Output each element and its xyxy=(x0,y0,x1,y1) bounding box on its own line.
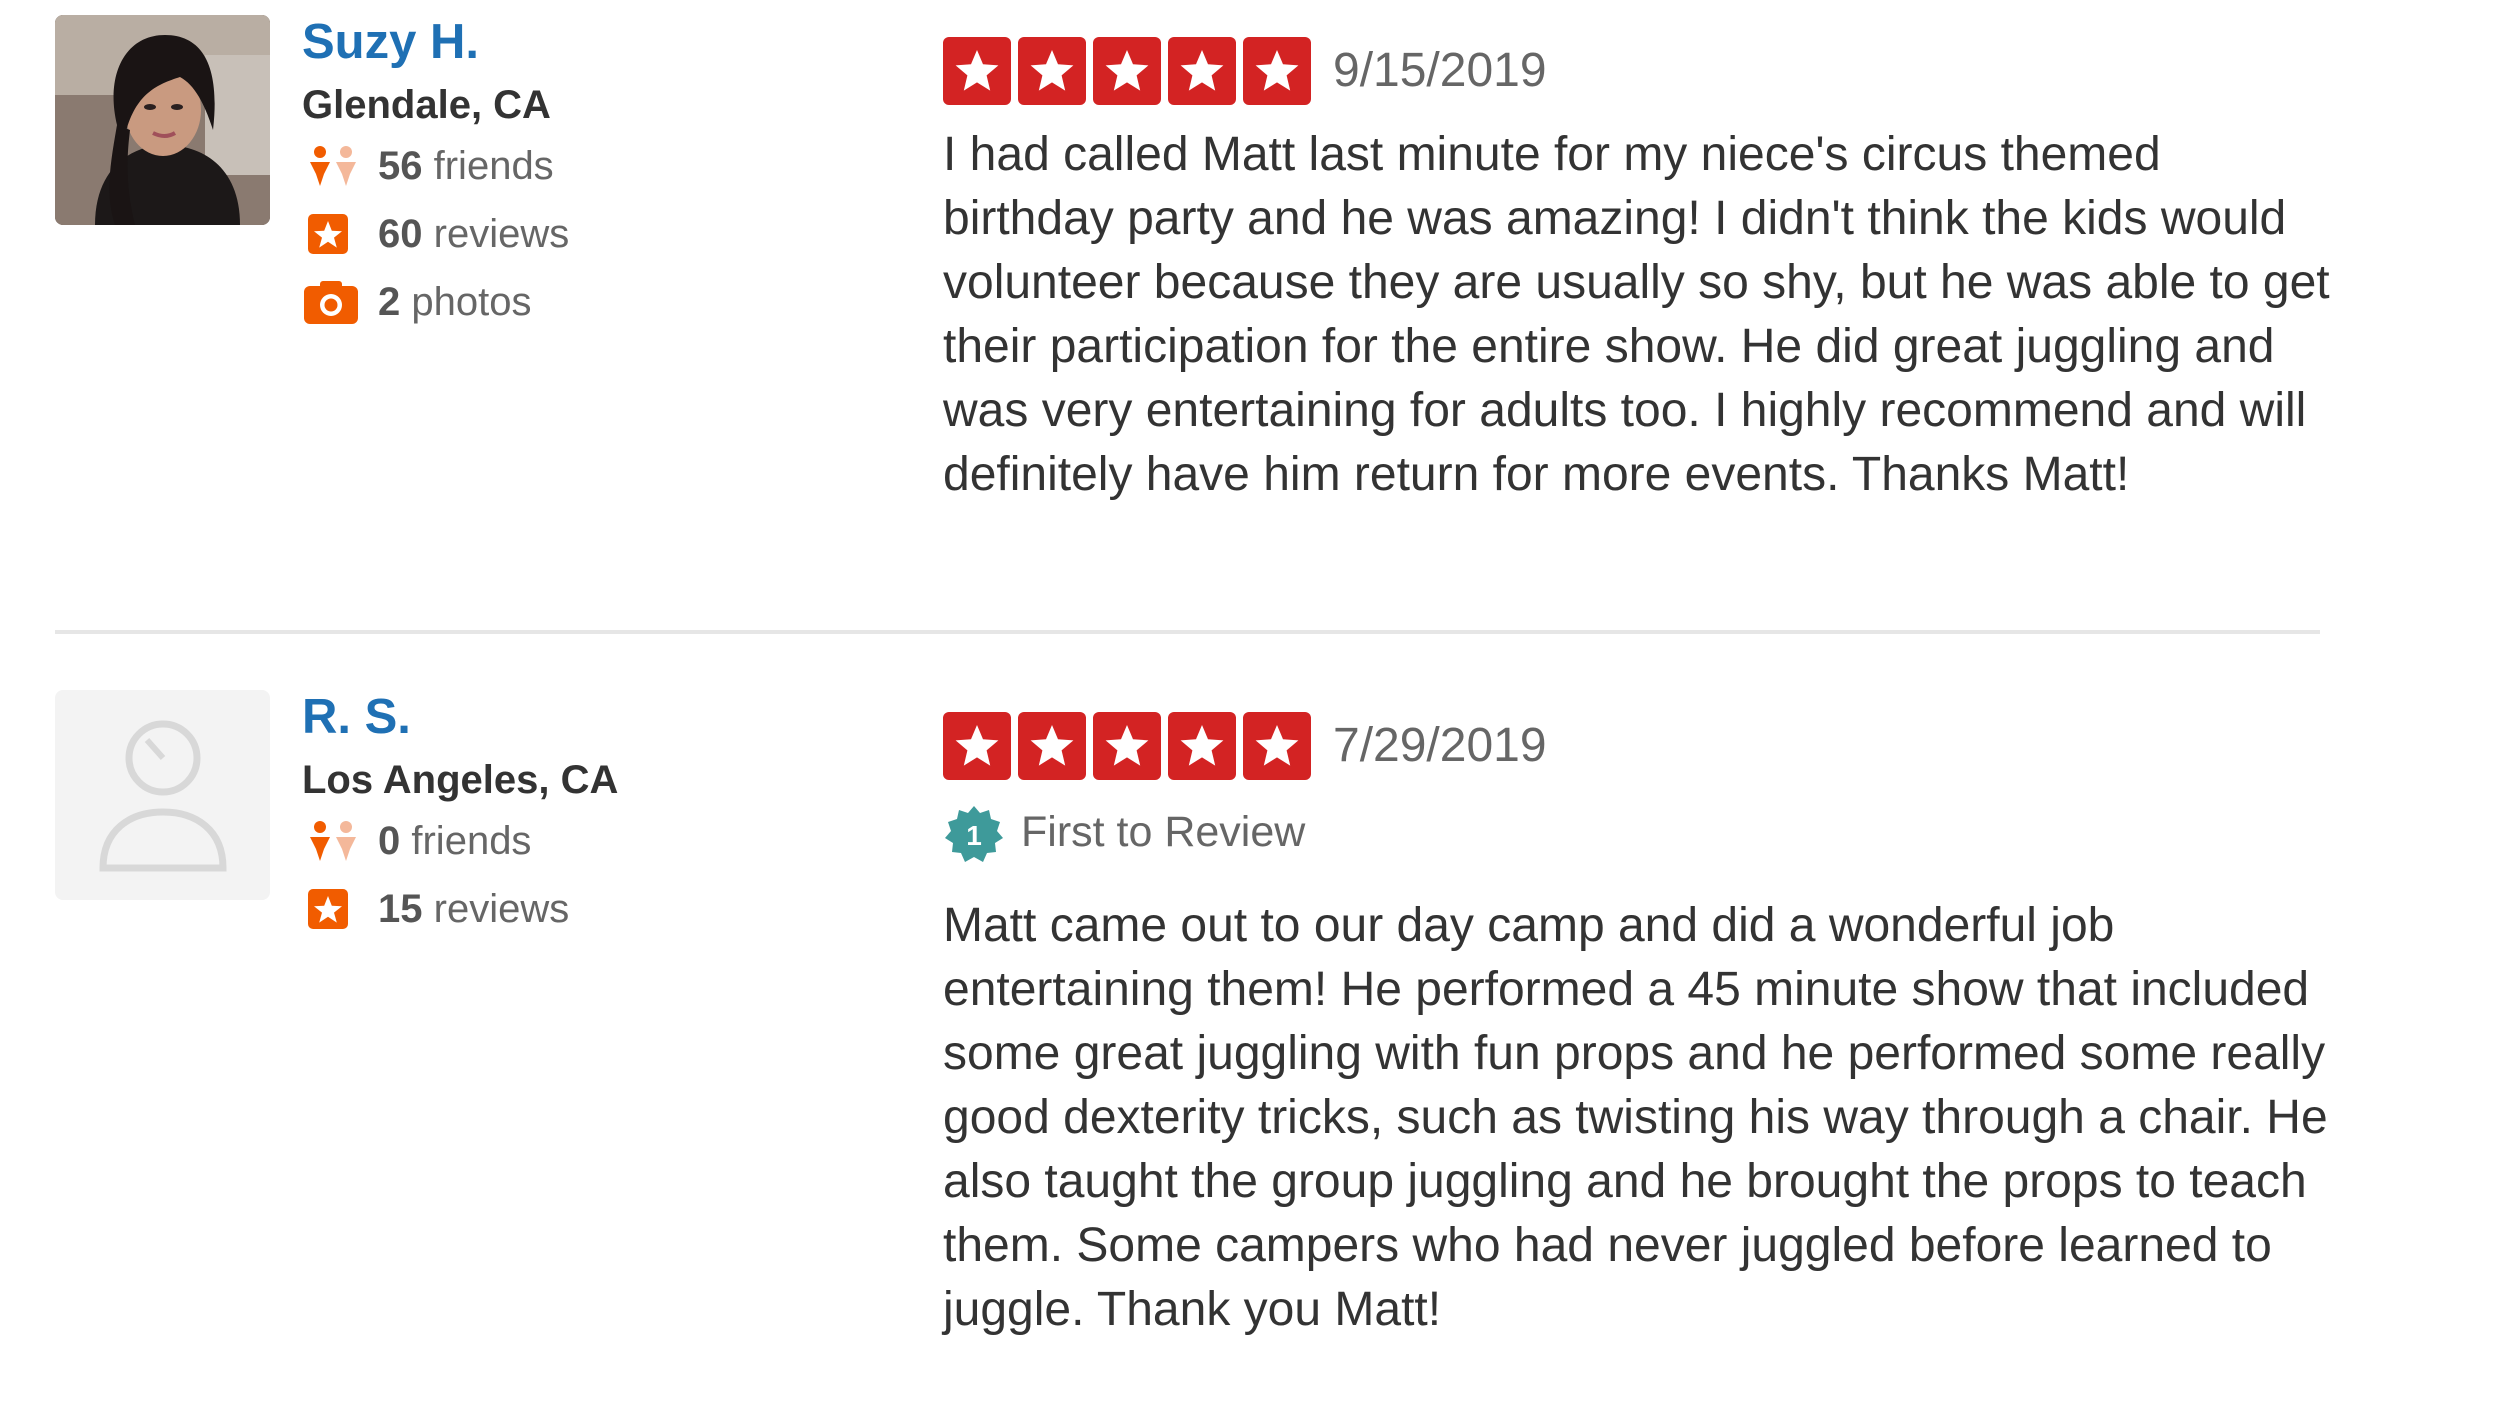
rating-row: 7/29/2019 xyxy=(943,712,2333,784)
rating-row: 9/15/2019 xyxy=(943,37,2333,109)
star-icon xyxy=(1243,37,1311,105)
review-text: I had called Matt last minute for my nie… xyxy=(943,128,2330,501)
reviews-label: reviews xyxy=(433,212,570,256)
star-rating xyxy=(943,37,1311,105)
friends-icon xyxy=(310,146,356,186)
reviews-stat: 60 reviews xyxy=(302,200,902,268)
reviews-count: 15 xyxy=(378,887,423,931)
reviews-stat: 15 reviews xyxy=(302,875,902,943)
user-avatar[interactable] xyxy=(55,15,270,225)
badge-number: 1 xyxy=(966,820,982,851)
review-divider xyxy=(55,630,2320,634)
friends-count: 56 xyxy=(378,144,423,188)
friends-stat: 56 friends xyxy=(302,132,902,200)
photos-stat: 2 photos xyxy=(302,268,902,336)
default-avatar-icon xyxy=(99,720,227,872)
star-icon xyxy=(1018,712,1086,780)
friends-label: friends xyxy=(433,144,554,188)
review-body: 7/29/2019 1 First to Review Matt came ou… xyxy=(943,712,2333,1342)
user-info: Suzy H. Glendale, CA 56 friends 60 revie… xyxy=(302,12,902,336)
friends-count: 0 xyxy=(378,819,401,863)
user-location: Los Angeles, CA xyxy=(302,758,619,802)
friends-stat: 0 friends xyxy=(302,807,902,875)
user-avatar[interactable] xyxy=(55,690,270,900)
star-icon xyxy=(1018,37,1086,105)
camera-icon xyxy=(304,281,358,324)
user-name-link[interactable]: R. S. xyxy=(302,687,902,747)
review-date: 9/15/2019 xyxy=(1333,44,1547,97)
reviews-count: 60 xyxy=(378,212,423,256)
friends-icon xyxy=(310,821,356,861)
star-icon xyxy=(943,712,1011,780)
photos-count: 2 xyxy=(378,280,401,324)
star-icon xyxy=(1243,712,1311,780)
star-icon xyxy=(1093,712,1161,780)
friends-label: friends xyxy=(411,819,532,863)
review-star-icon xyxy=(308,214,348,254)
review-text: Matt came out to our day camp and did a … xyxy=(943,899,2328,1336)
first-to-review-badge-icon: 1 xyxy=(945,806,1003,862)
star-icon xyxy=(943,37,1011,105)
review-body: 9/15/2019 I had called Matt last minute … xyxy=(943,37,2333,507)
star-icon xyxy=(1168,37,1236,105)
avatar-photo-icon xyxy=(55,15,270,225)
review-date: 7/29/2019 xyxy=(1333,719,1547,772)
reviews-label: reviews xyxy=(433,887,570,931)
user-name-link[interactable]: Suzy H. xyxy=(302,12,902,72)
first-to-review-badge: 1 First to Review xyxy=(943,798,2333,874)
badge-label: First to Review xyxy=(1021,808,1306,856)
star-rating xyxy=(943,712,1311,780)
star-icon xyxy=(1093,37,1161,105)
review-star-icon xyxy=(308,889,348,929)
user-info: R. S. Los Angeles, CA 0 friends 15 revie… xyxy=(302,687,902,943)
user-location: Glendale, CA xyxy=(302,83,551,127)
star-icon xyxy=(1168,712,1236,780)
photos-label: photos xyxy=(411,280,532,324)
